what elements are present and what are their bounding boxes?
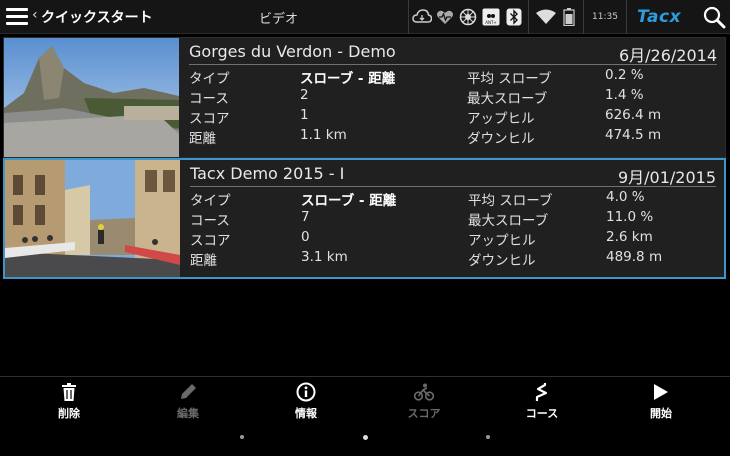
divider xyxy=(528,0,529,34)
info-row: コース 7 最大スローブ 11.0 % xyxy=(190,209,716,229)
wifi-icon xyxy=(536,7,556,27)
cyclist-icon xyxy=(389,381,459,403)
course-label: コース xyxy=(189,91,229,107)
cloud-sync-icon[interactable] xyxy=(412,7,432,27)
info-row: スコア 0 アップヒル 2.6 km xyxy=(190,229,716,249)
search-icon[interactable] xyxy=(702,5,726,29)
cadence-sensor-icon xyxy=(458,7,478,27)
heart-rate-icon xyxy=(435,7,455,27)
video-date: 6月/26/2014 xyxy=(618,46,717,65)
clock: 11:35 xyxy=(592,12,618,22)
edit-label: 編集 xyxy=(177,407,199,420)
score-button[interactable]: スコア xyxy=(389,381,459,423)
nav-dot xyxy=(240,435,244,439)
type-label: タイプ xyxy=(189,71,230,87)
video-date: 9月/01/2015 xyxy=(617,168,716,187)
divider xyxy=(583,0,584,34)
distance-value: 3.1 km xyxy=(301,249,348,265)
course-label: コース xyxy=(525,407,559,420)
score-label: スコア xyxy=(189,111,230,127)
divider xyxy=(190,186,716,187)
distance-label: 距離 xyxy=(189,131,216,147)
divider xyxy=(625,0,627,34)
back-chevron-icon[interactable]: ‹ xyxy=(32,7,38,23)
avg-slope-label: 平均 スローブ xyxy=(467,71,552,87)
info-row: スコア 1 アップヒル 626.4 m xyxy=(189,107,717,127)
info-row: 距離 1.1 km ダウンヒル 474.5 m xyxy=(189,127,717,147)
battery-icon xyxy=(559,7,579,27)
course-button[interactable]: コース xyxy=(507,381,577,423)
video-thumbnail xyxy=(4,38,179,157)
max-slope-label: 最大スローブ xyxy=(468,213,549,229)
trash-icon xyxy=(34,381,104,403)
avg-slope-value: 0.2 % xyxy=(605,67,644,83)
max-slope-value: 1.4 % xyxy=(605,87,644,103)
video-item-gorges-du-verdon[interactable]: Gorges du Verdon - Demo 6月/26/2014 タイプ ス… xyxy=(3,37,726,158)
score-value: 1 xyxy=(300,107,309,123)
avg-slope-label: 平均 スローブ xyxy=(468,193,553,209)
divider xyxy=(189,64,717,65)
start-label: 開始 xyxy=(650,407,672,420)
info-row: 距離 3.1 km ダウンヒル 489.8 m xyxy=(190,249,716,269)
delete-button[interactable]: 削除 xyxy=(34,381,104,423)
downhill-value: 474.5 m xyxy=(605,127,662,143)
uphill-value: 2.6 km xyxy=(606,229,653,245)
downhill-label: ダウンヒル xyxy=(467,131,535,147)
page-title: ビデオ xyxy=(259,12,299,27)
nav-dot-active xyxy=(363,435,368,440)
video-title: Gorges du Verdon - Demo xyxy=(189,42,396,61)
score-label: スコア xyxy=(407,407,441,420)
bluetooth-icon xyxy=(504,7,524,27)
score-value: 0 xyxy=(301,229,310,245)
downhill-label: ダウンヒル xyxy=(468,253,536,269)
info-row: コース 2 最大スローブ 1.4 % xyxy=(189,87,717,107)
video-thumbnail xyxy=(5,160,180,277)
score-label: スコア xyxy=(190,233,231,249)
uphill-label: アップヒル xyxy=(467,111,535,127)
status-area: ANT+ 11:35 Tacx xyxy=(408,0,691,34)
info-button[interactable]: 情報 xyxy=(271,381,341,423)
uphill-value: 626.4 m xyxy=(605,107,662,123)
brand-logo: Tacx xyxy=(636,7,682,27)
course-value: 7 xyxy=(301,209,310,225)
type-label: タイプ xyxy=(190,193,231,209)
info-row: タイプ スローブ - 距離 平均 スローブ 0.2 % xyxy=(189,67,717,87)
course-label: コース xyxy=(190,213,230,229)
nav-dot xyxy=(486,435,490,439)
edit-button[interactable]: 編集 xyxy=(153,381,223,423)
downhill-value: 489.8 m xyxy=(606,249,663,265)
distance-label: 距離 xyxy=(190,253,217,269)
type-value: スローブ - 距離 xyxy=(301,193,397,209)
bottom-toolbar: 削除 編集 情報 スコア コース 開始 xyxy=(0,376,730,456)
play-icon xyxy=(626,381,696,403)
type-value: スローブ - 距離 xyxy=(300,71,396,87)
app-title[interactable]: クイックスタート xyxy=(41,7,153,27)
ant-plus-label: ANT+ xyxy=(485,20,497,25)
top-bar: ‹ クイックスタート ビデオ ANT+ 11:35 Tacx xyxy=(0,0,730,34)
video-title: Tacx Demo 2015 - I xyxy=(190,164,345,183)
ant-plus-icon: ANT+ xyxy=(481,7,501,27)
menu-icon[interactable] xyxy=(6,8,28,26)
info-label: 情報 xyxy=(295,407,317,420)
max-slope-label: 最大スローブ xyxy=(467,91,548,107)
course-value: 2 xyxy=(300,87,309,103)
pencil-icon xyxy=(153,381,223,403)
max-slope-value: 11.0 % xyxy=(606,209,654,225)
start-button[interactable]: 開始 xyxy=(626,381,696,423)
info-row: タイプ スローブ - 距離 平均 スローブ 4.0 % xyxy=(190,189,716,209)
uphill-label: アップヒル xyxy=(468,233,536,249)
avg-slope-value: 4.0 % xyxy=(606,189,645,205)
video-item-tacx-demo-2015[interactable]: Tacx Demo 2015 - I 9月/01/2015 タイプ スローブ -… xyxy=(3,158,726,279)
delete-label: 削除 xyxy=(58,407,80,420)
distance-value: 1.1 km xyxy=(300,127,347,143)
info-icon xyxy=(271,381,341,403)
route-icon xyxy=(507,381,577,403)
